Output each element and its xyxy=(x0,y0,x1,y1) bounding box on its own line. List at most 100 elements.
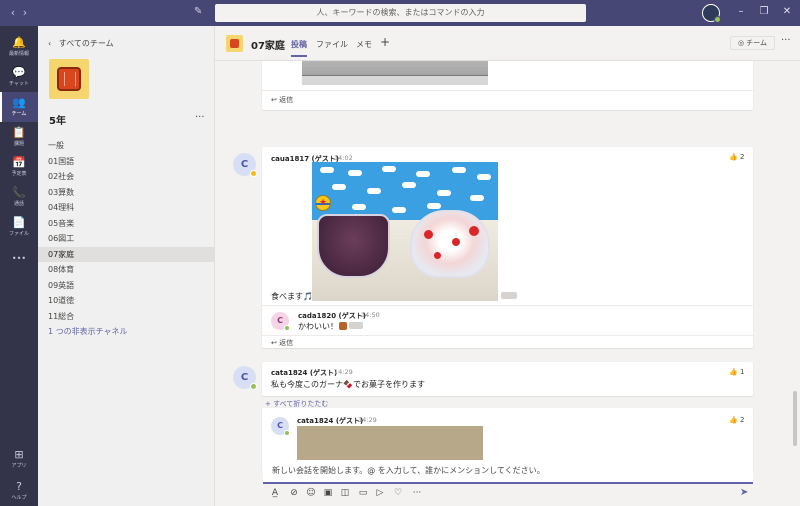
bell-icon: 🔔 xyxy=(12,36,26,49)
channel-item[interactable]: 01国語 xyxy=(38,154,215,169)
channel-item[interactable]: 08体育 xyxy=(38,262,215,277)
emoji-icon[interactable]: ☺ xyxy=(305,488,317,498)
rail-teams[interactable]: 👥 チーム xyxy=(0,92,38,122)
compose-input[interactable]: 新しい会話を開始します。@ を入力して、誰かにメンションしてください。 xyxy=(263,460,753,484)
rail-chat-label: チャット xyxy=(9,81,29,87)
bear-emoji-icon xyxy=(339,322,347,330)
team-button[interactable]: ◎ チーム xyxy=(730,36,775,50)
team-more-options-icon[interactable]: ··· xyxy=(195,112,205,123)
channel-item[interactable]: 05音楽 xyxy=(38,216,215,231)
channel-item[interactable]: 10道徳 xyxy=(38,293,215,308)
add-tab-icon[interactable]: + xyxy=(380,35,390,49)
channel-item[interactable]: 06図工 xyxy=(38,231,215,246)
new-chat-icon[interactable]: ✎ xyxy=(194,6,206,18)
message-card: caua1817 (ゲスト) 14:02 👍 2 ★ 食べます🎵 C cada1… xyxy=(262,147,753,348)
message-card: ↩ 返信 xyxy=(262,61,753,110)
channel-item[interactable]: 一般 xyxy=(38,138,215,153)
message-time: 14:29 xyxy=(334,368,353,376)
avatar[interactable]: C xyxy=(271,417,290,436)
feed-scrollbar[interactable] xyxy=(793,391,797,446)
channel-item[interactable]: 03算数 xyxy=(38,185,215,200)
meet-icon[interactable]: ▭ xyxy=(357,488,369,498)
rail-calendar[interactable]: 📅 予定表 xyxy=(0,152,38,182)
hidden-channels-link[interactable]: 1 つの非表示チャネル xyxy=(38,324,215,339)
all-teams-label: すべてのチーム xyxy=(58,39,114,48)
rail-more-apps[interactable]: ••• xyxy=(0,248,38,278)
channel-view: 07家庭 投稿 ファイル メモ + ◎ チーム ··· ↩ 返信 C caua1… xyxy=(215,26,800,506)
like-reaction[interactable]: 👍 2 xyxy=(729,416,744,424)
presence-available-icon xyxy=(284,325,290,331)
format-icon[interactable]: A̲ xyxy=(269,488,281,498)
attach-icon[interactable]: ⊘ xyxy=(288,488,300,498)
avatar[interactable]: C xyxy=(233,153,257,177)
gif-icon[interactable]: ▣ xyxy=(322,488,334,498)
message-time: 14:02 xyxy=(334,154,353,162)
like-reaction[interactable]: 👍 1 xyxy=(729,368,744,376)
rail-calendar-label: 予定表 xyxy=(11,171,27,177)
channel-item[interactable]: 04理科 xyxy=(38,200,215,215)
all-teams-link[interactable]: ‹ すべてのチーム xyxy=(48,38,114,49)
team-avatar xyxy=(49,59,89,99)
rail-calls[interactable]: 📞 通話 xyxy=(0,182,38,212)
calendar-icon: 📅 xyxy=(12,156,26,169)
avatar-initial: C xyxy=(240,372,249,383)
thumbs-up-icon: 👍 xyxy=(729,153,738,161)
reply-author[interactable]: cata1824 (ゲスト) xyxy=(297,416,363,426)
rail-chat[interactable]: 💬 チャット xyxy=(0,62,38,92)
send-icon[interactable]: ➤ xyxy=(740,487,748,498)
avatar[interactable]: C xyxy=(271,312,290,331)
reply-link[interactable]: ↩ 返信 xyxy=(271,338,293,348)
tab-notes[interactable]: メモ xyxy=(356,39,372,50)
channel-item[interactable]: 02社会 xyxy=(38,169,215,184)
rail-activity[interactable]: 🔔 最新情報 xyxy=(0,32,38,62)
like-reaction[interactable]: 👍 2 xyxy=(729,153,744,161)
avatar-initial: C xyxy=(277,421,283,430)
reply-link[interactable]: ↩ 返信 xyxy=(271,95,293,105)
message-text: 食べます🎵 xyxy=(271,292,313,301)
rail-assignments[interactable]: 📋 課題 xyxy=(0,122,38,152)
rail-activity-label: 最新情報 xyxy=(8,51,29,57)
title-bar: ‹ › ✎ 人、キーワードの検索、またはコマンドの入力 – ❐ ✕ xyxy=(0,0,800,26)
rail-calls-label: 通話 xyxy=(13,201,24,207)
posted-image[interactable]: ★ xyxy=(312,162,498,301)
avatar[interactable]: C xyxy=(233,366,257,390)
rail-files-label: ファイル xyxy=(8,231,29,237)
reply-time: 14:50 xyxy=(361,311,380,319)
close-button[interactable]: ✕ xyxy=(781,6,793,17)
channel-item-active[interactable]: 07家庭 xyxy=(38,247,215,262)
reply-time: 14:29 xyxy=(358,416,377,424)
forward-nav-button[interactable]: › xyxy=(18,6,32,19)
presence-available-icon xyxy=(250,383,257,390)
teams-icon: 👥 xyxy=(12,96,26,109)
reply-author[interactable]: cada1820 (ゲスト) xyxy=(298,311,366,321)
stream-icon[interactable]: ▷ xyxy=(374,488,386,498)
reply-text: かわいい！ xyxy=(298,322,338,331)
minimize-button[interactable]: – xyxy=(735,6,747,17)
rail-help[interactable]: ? ヘルプ xyxy=(0,476,38,506)
message-text: 私も今度このガーナ🍫でお菓子を作ります xyxy=(271,380,425,389)
message-card: cata1824 (ゲスト) 14:29 👍 1 私も今度このガーナ🍫でお菓子を… xyxy=(262,362,753,396)
message-author[interactable]: cata1824 (ゲスト) xyxy=(271,368,337,378)
channel-item[interactable]: 09英語 xyxy=(38,278,215,293)
thumbs-up-icon: 👍 xyxy=(729,416,738,424)
rail-files[interactable]: 📄 ファイル xyxy=(0,212,38,242)
avatar-initial: C xyxy=(277,316,283,325)
team-panel: ‹ すべてのチーム 5年 ··· 一般 01国語 02社会 03算数 04理科 … xyxy=(38,26,215,506)
sticker-icon[interactable]: ◫ xyxy=(339,488,351,498)
maximize-button[interactable]: ❐ xyxy=(758,6,770,17)
user-avatar[interactable] xyxy=(702,4,721,23)
tab-files[interactable]: ファイル xyxy=(316,39,348,50)
header-more-icon[interactable]: ··· xyxy=(781,35,791,46)
search-input[interactable]: 人、キーワードの検索、またはコマンドの入力 xyxy=(215,4,586,22)
channel-item[interactable]: 11総合 xyxy=(38,309,215,324)
apps-icon: ⊞ xyxy=(14,448,24,461)
more-options-icon[interactable]: ··· xyxy=(411,488,423,498)
praise-icon[interactable]: ♡ xyxy=(392,488,404,498)
tab-posts[interactable]: 投稿 xyxy=(291,39,307,57)
channel-header: 07家庭 投稿 ファイル メモ + ◎ チーム ··· xyxy=(215,26,800,61)
message-feed: ↩ 返信 C caua1817 (ゲスト) 14:02 👍 2 ★ 食べます🎵 … xyxy=(215,61,800,471)
posted-image[interactable] xyxy=(302,61,488,85)
presence-available-icon xyxy=(284,430,290,436)
rail-apps[interactable]: ⊞ アプリ xyxy=(0,444,38,474)
chevron-left-icon: ‹ xyxy=(48,39,52,48)
